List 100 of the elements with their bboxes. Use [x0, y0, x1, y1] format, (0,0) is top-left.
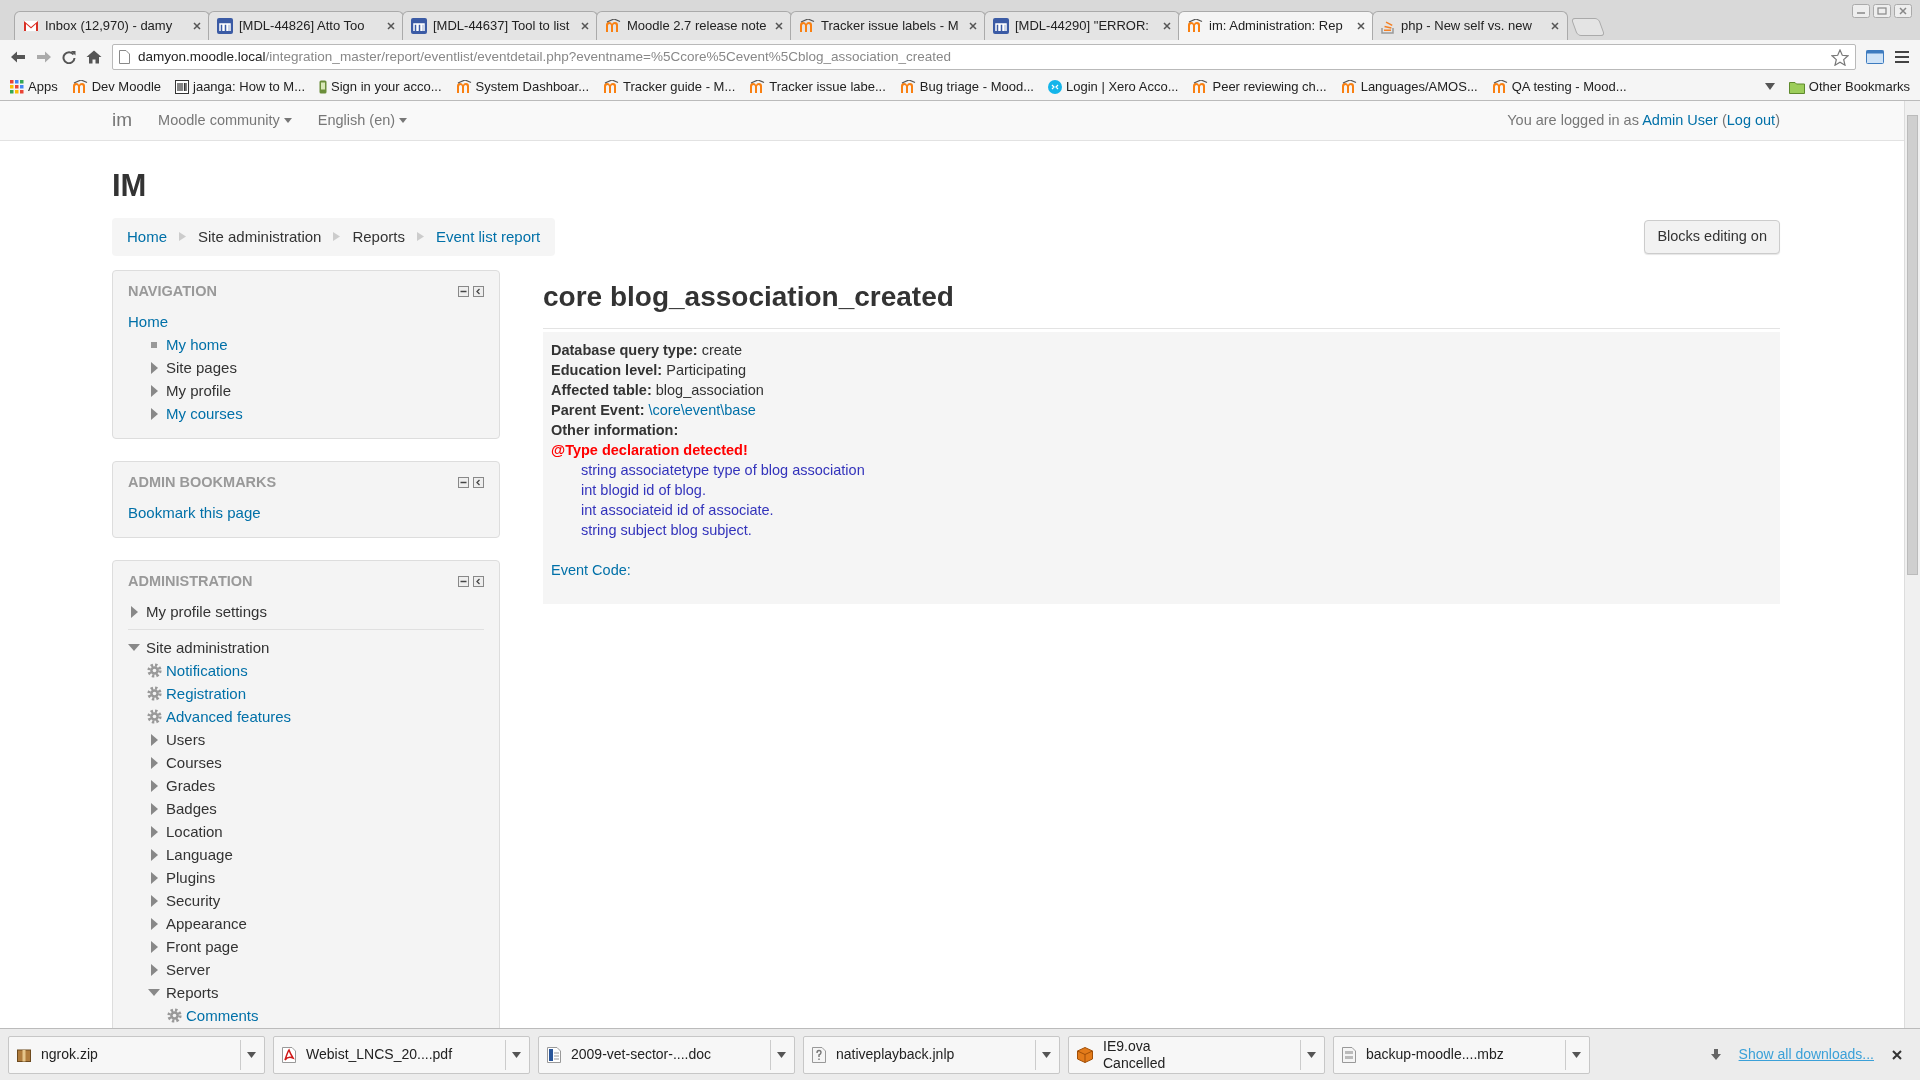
tree-item[interactable]: My profile settings: [146, 600, 267, 623]
address-bar[interactable]: damyon.moodle.local/integration_master/report/eventlist/eventdetail.php?eventname=%5Ccore%5Cevent%5Cblog_association_created: [112, 44, 1856, 70]
tree-link[interactable]: Registration: [166, 682, 247, 705]
scrollbar[interactable]: [1904, 101, 1920, 1028]
tree-item[interactable]: My profile: [166, 380, 232, 403]
close-icon[interactable]: [1551, 22, 1559, 30]
close-icon[interactable]: [969, 22, 977, 30]
site-brand[interactable]: im: [112, 106, 133, 135]
caret-right-icon[interactable]: [150, 871, 158, 884]
caret-right-icon[interactable]: [150, 362, 158, 375]
caret-right-icon[interactable]: [150, 802, 158, 815]
bookmark[interactable]: Bug triage - Mood...: [899, 77, 1034, 97]
dropdown-menu-toggle[interactable]: Moodle community: [158, 109, 292, 132]
dropdown-arrow-icon[interactable]: [512, 1051, 521, 1058]
blocks-editing-button[interactable]: Blocks editing on: [1644, 219, 1780, 254]
tree-link[interactable]: Comments: [186, 1004, 259, 1027]
tree-item[interactable]: Front page: [166, 935, 239, 958]
tree-item[interactable]: Plugins: [166, 866, 216, 889]
caret-right-icon[interactable]: [150, 940, 158, 953]
tree-link[interactable]: My courses: [166, 403, 243, 426]
caret-right-icon[interactable]: [150, 963, 158, 976]
caret-right-icon[interactable]: [150, 825, 158, 838]
tree-link[interactable]: Notifications: [166, 659, 248, 682]
bookmark[interactable]: QA testing - Mood...: [1491, 77, 1627, 97]
browser-tab[interactable]: Tracker issue labels - M: [790, 11, 986, 40]
tree-item[interactable]: Reports: [166, 981, 219, 1004]
dock-icon[interactable]: [473, 477, 484, 489]
tree-item[interactable]: Appearance: [166, 912, 247, 935]
chevron-down-icon[interactable]: [1764, 83, 1775, 91]
caret-right-icon[interactable]: [150, 756, 158, 769]
caret-right-icon[interactable]: [150, 894, 158, 907]
minimize-icon[interactable]: [458, 575, 469, 587]
dropdown-menu-toggle[interactable]: English (en): [317, 109, 408, 132]
bookmark[interactable]: Apps: [10, 77, 58, 97]
download-item[interactable]: backup-moodle....mbz: [1333, 1035, 1590, 1074]
close-icon[interactable]: [193, 22, 201, 30]
dropdown-arrow-icon[interactable]: [1042, 1051, 1051, 1058]
reload-icon[interactable]: [62, 50, 76, 64]
browser-tab[interactable]: [MDL-44290] "ERROR:: [984, 11, 1180, 40]
dropdown-arrow-icon[interactable]: [777, 1051, 786, 1058]
back-arrow-icon[interactable]: [10, 50, 26, 64]
download-item[interactable]: Webist_LNCS_20....pdf: [273, 1035, 530, 1074]
breadcrumb-link[interactable]: Home: [127, 225, 167, 248]
home-icon[interactable]: [86, 50, 102, 64]
browser-tab[interactable]: [MDL-44637] Tool to list: [402, 11, 598, 40]
close-icon[interactable]: [775, 22, 783, 30]
tree-item[interactable]: Site pages: [166, 357, 237, 380]
browser-tab[interactable]: Inbox (12,970) - damy: [14, 11, 210, 40]
download-item[interactable]: IE9.ova Cancelled: [1068, 1035, 1325, 1074]
close-icon[interactable]: [387, 22, 395, 30]
tree-item[interactable]: Courses: [166, 751, 222, 774]
menu-icon[interactable]: [1894, 50, 1910, 64]
download-item[interactable]: ngrok.zip: [8, 1035, 265, 1074]
download-item[interactable]: 2009-vet-sector-....doc: [538, 1035, 795, 1074]
breadcrumb-link[interactable]: Event list report: [435, 225, 541, 248]
tree-item[interactable]: Users: [166, 728, 206, 751]
caret-right-icon[interactable]: [150, 385, 158, 398]
star-icon[interactable]: [1831, 48, 1849, 66]
tree-link[interactable]: Advanced features: [166, 705, 292, 728]
tree-item[interactable]: Security: [166, 889, 221, 912]
bookmark[interactable]: Dev Moodle: [71, 77, 161, 97]
bookmark[interactable]: Tracker guide - M...: [603, 77, 736, 97]
tree-link[interactable]: My home: [166, 334, 228, 357]
parent-event-link[interactable]: \core\event\base: [648, 402, 756, 418]
tree-item[interactable]: Grades: [166, 774, 216, 797]
bookmark[interactable]: Peer reviewing ch...: [1192, 77, 1327, 97]
download-item[interactable]: nativeplayback.jnlp: [803, 1035, 1060, 1074]
caret-right-icon[interactable]: [150, 779, 158, 792]
dock-icon[interactable]: [473, 286, 484, 298]
browser-tab[interactable]: [MDL-44826] Atto Too: [208, 11, 404, 40]
close-icon[interactable]: [1357, 22, 1365, 30]
bookmark[interactable]: Login | Xero Acco...: [1048, 77, 1179, 97]
bookmark[interactable]: jaanga: How to M...: [175, 77, 305, 97]
caret-down-icon[interactable]: [128, 644, 140, 652]
close-icon[interactable]: [1163, 22, 1171, 30]
dropdown-arrow-icon[interactable]: [1307, 1051, 1316, 1058]
tree-link[interactable]: Bookmark this page: [128, 501, 261, 525]
caret-right-icon[interactable]: [150, 733, 158, 746]
window-icon[interactable]: [1866, 49, 1884, 65]
tree-link[interactable]: Home: [128, 311, 168, 334]
browser-tab[interactable]: php - New self vs. new: [1372, 11, 1568, 40]
tree-item[interactable]: Server: [166, 958, 211, 981]
dropdown-arrow-icon[interactable]: [247, 1051, 256, 1058]
dock-icon[interactable]: [473, 575, 484, 587]
logout-link[interactable]: Log out: [1726, 111, 1776, 128]
browser-tab[interactable]: im: Administration: Rep: [1178, 11, 1374, 40]
bookmark[interactable]: Tracker issue labe...: [749, 77, 886, 97]
tree-item[interactable]: Location: [166, 820, 223, 843]
close-icon[interactable]: [581, 22, 589, 30]
user-link[interactable]: Admin User: [1642, 111, 1718, 128]
tree-item[interactable]: Badges: [166, 797, 217, 820]
close-icon[interactable]: [1892, 1049, 1902, 1060]
minimize-icon[interactable]: [458, 477, 469, 489]
bookmark[interactable]: System Dashboar...: [455, 77, 590, 97]
caret-down-icon[interactable]: [148, 989, 160, 997]
minimize-icon[interactable]: [458, 286, 469, 298]
caret-right-icon[interactable]: [150, 917, 158, 930]
browser-tab[interactable]: Moodle 2.7 release note: [596, 11, 792, 40]
event-code-link[interactable]: Event Code:: [551, 560, 631, 580]
tree-item[interactable]: Language: [166, 843, 233, 866]
